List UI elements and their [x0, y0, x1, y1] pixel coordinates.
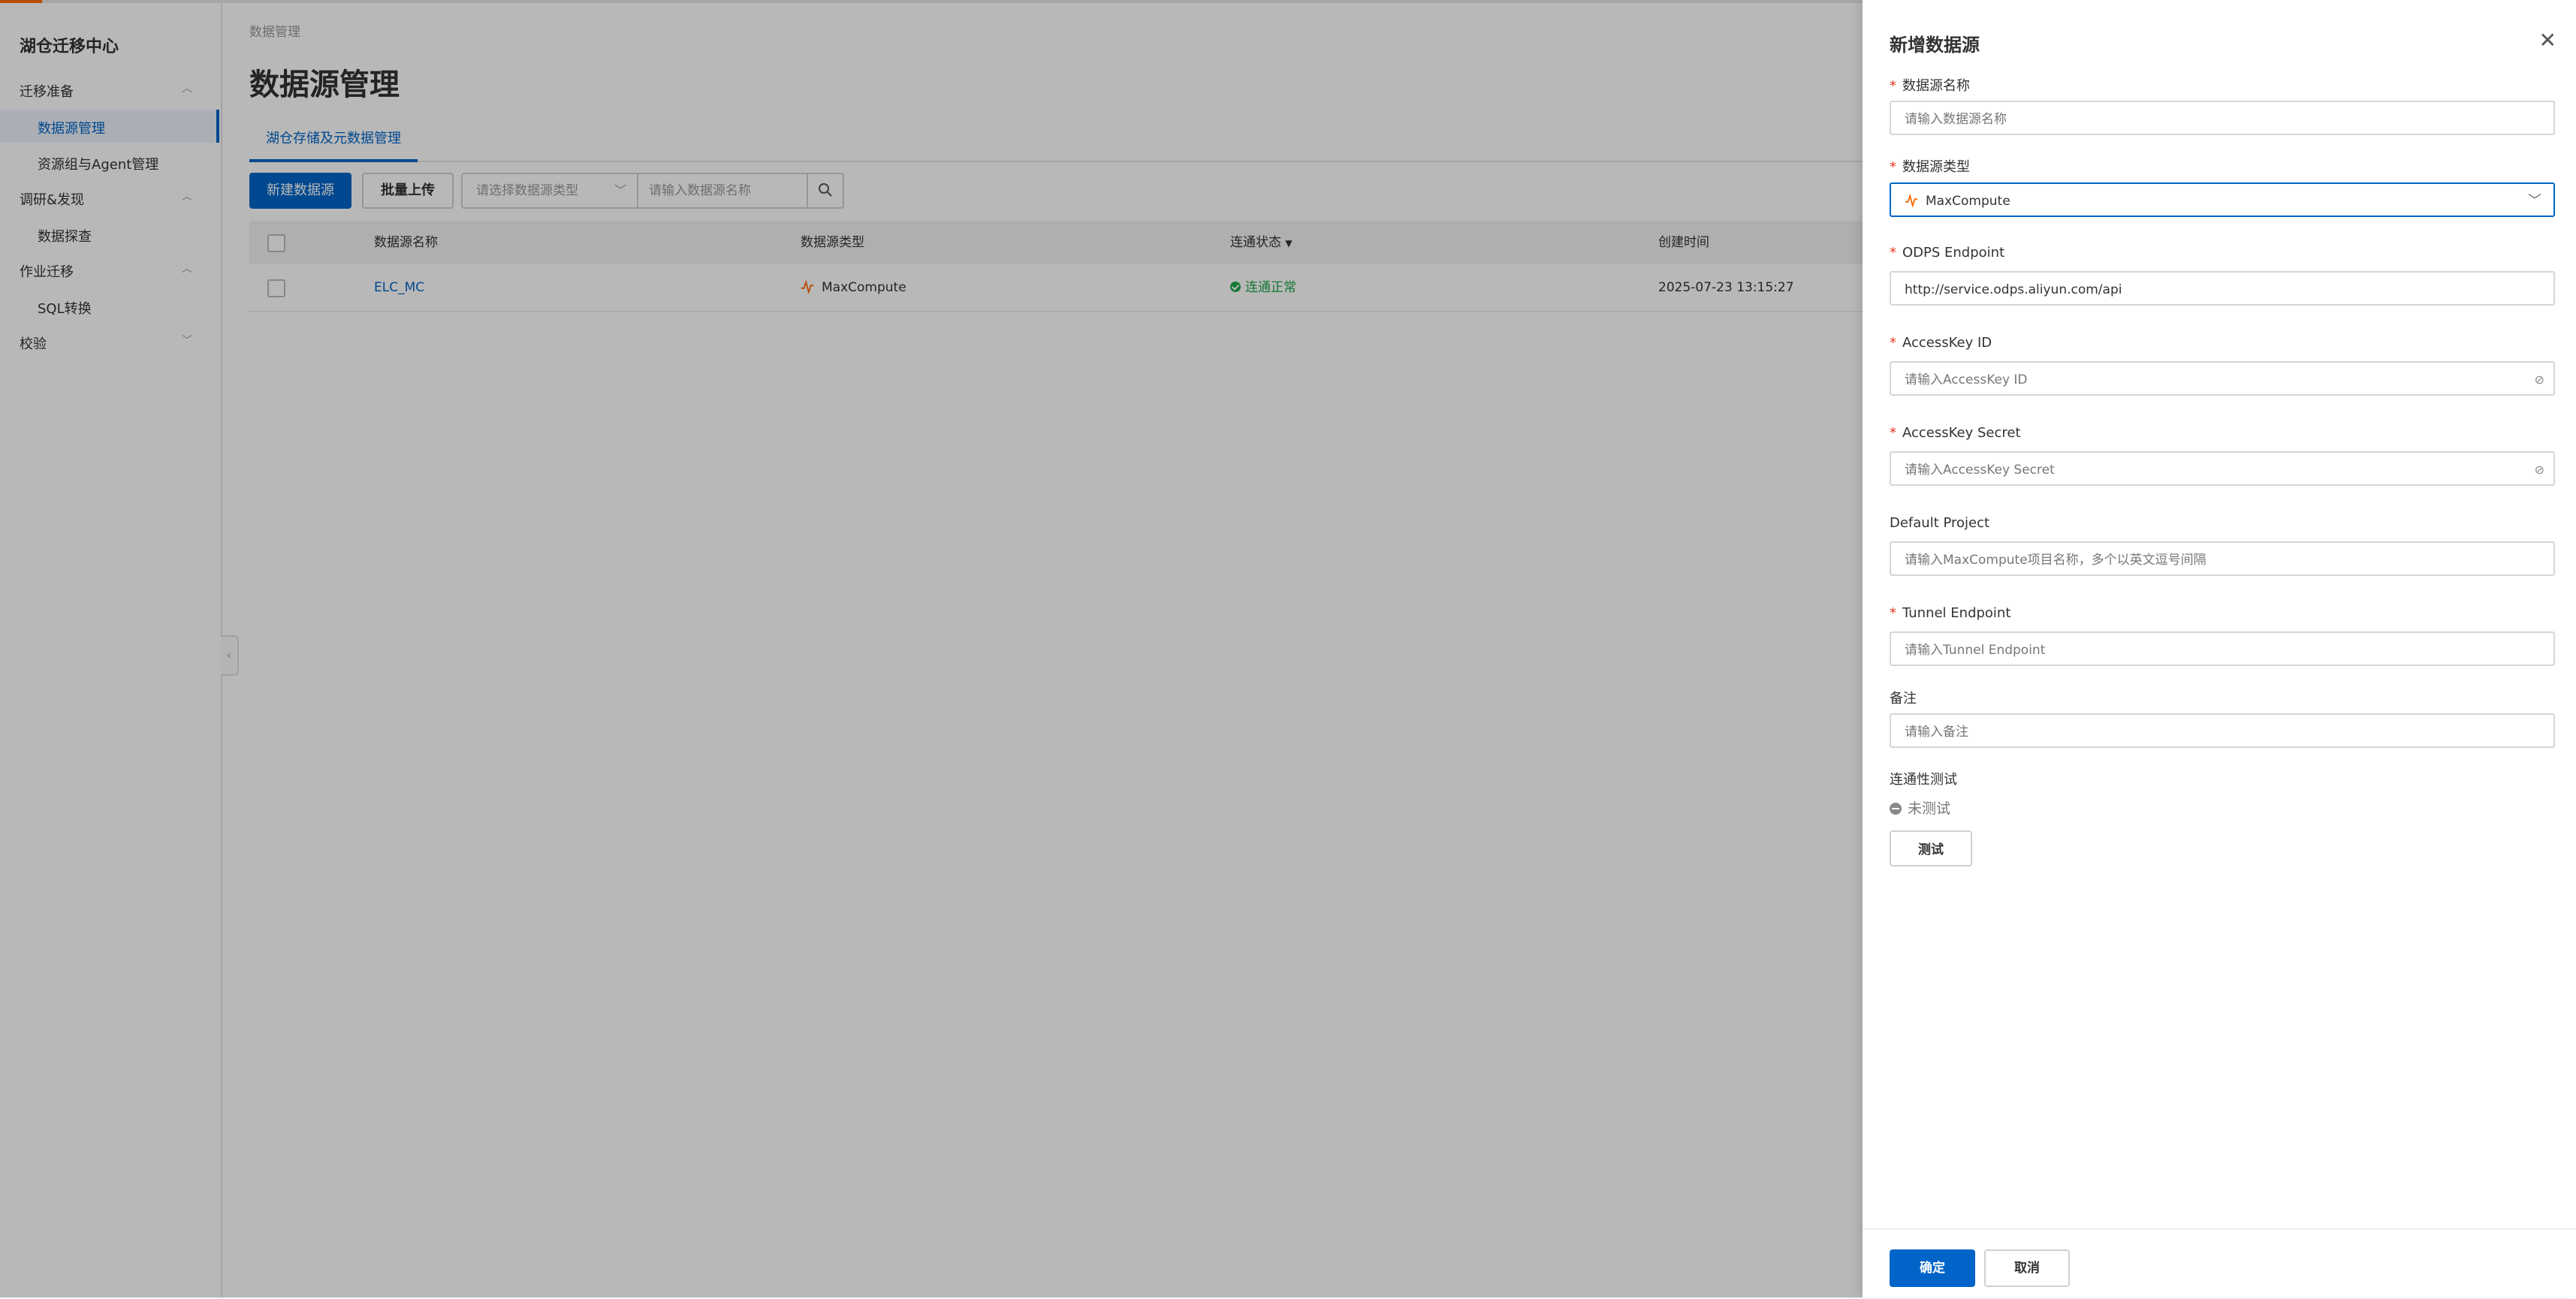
- cancel-button[interactable]: 取消: [1984, 1249, 2070, 1287]
- remark-label: 备注: [1890, 691, 1917, 707]
- odps-endpoint-input[interactable]: http://service.odps.aliyun.com/api: [1890, 271, 2555, 306]
- drawer-footer: 确定 取消: [1863, 1228, 2576, 1299]
- close-icon[interactable]: ✕: [2539, 30, 2556, 51]
- select-value: MaxCompute: [1926, 194, 2010, 209]
- confirm-button[interactable]: 确定: [1890, 1249, 1975, 1287]
- required-mark: *: [1890, 78, 1896, 94]
- accesskey-id-label: * AccessKey ID: [1890, 335, 1992, 351]
- input-placeholder: 请输入AccessKey Secret: [1905, 463, 2055, 478]
- odps-endpoint-label: * ODPS Endpoint: [1890, 245, 2004, 261]
- label-text: ODPS Endpoint: [1902, 245, 2005, 261]
- name-label: * 数据源名称: [1890, 75, 1970, 95]
- required-mark: *: [1890, 605, 1896, 621]
- label-text: AccessKey ID: [1902, 335, 1992, 351]
- input-placeholder: 请输入AccessKey ID: [1905, 372, 2028, 387]
- minus-circle-icon: [1890, 803, 1902, 815]
- datasource-name-input[interactable]: 请输入数据源名称: [1890, 101, 2555, 135]
- label-text: Tunnel Endpoint: [1902, 605, 2011, 621]
- connectivity-status: 未测试: [1890, 797, 1950, 818]
- eye-hidden-icon[interactable]: ⊘: [2535, 453, 2544, 487]
- connectivity-test-label: 连通性测试: [1890, 772, 1957, 788]
- accesskey-id-input[interactable]: 请输入AccessKey ID ⊘: [1890, 361, 2555, 396]
- eye-hidden-icon[interactable]: ⊘: [2535, 363, 2544, 397]
- required-mark: *: [1890, 335, 1896, 351]
- label-text: AccessKey Secret: [1902, 425, 2021, 441]
- drawer-title: 新增数据源: [1890, 35, 1980, 56]
- remark-input[interactable]: 请输入备注: [1890, 713, 2555, 748]
- test-button[interactable]: 测试: [1890, 830, 1972, 867]
- maxcompute-icon: [1905, 194, 1918, 207]
- default-project-label: Default Project: [1890, 515, 1990, 531]
- accesskey-secret-input[interactable]: 请输入AccessKey Secret ⊘: [1890, 451, 2555, 486]
- modal-overlay[interactable]: [0, 0, 1863, 1297]
- default-project-input[interactable]: 请输入MaxCompute项目名称，多个以英文逗号间隔: [1890, 541, 2555, 576]
- required-mark: *: [1890, 245, 1896, 261]
- status-text: 未测试: [1908, 800, 1951, 817]
- new-datasource-drawer: 新增数据源 ✕ * 数据源名称 请输入数据源名称 * 数据源类型 MaxComput…: [1863, 0, 2576, 1297]
- label-text: 数据源名称: [1902, 78, 1970, 94]
- chevron-down-icon: ﹀: [2528, 193, 2541, 209]
- tunnel-endpoint-input[interactable]: 请输入Tunnel Endpoint: [1890, 631, 2555, 666]
- accesskey-secret-label: * AccessKey Secret: [1890, 425, 2021, 441]
- tunnel-endpoint-label: * Tunnel Endpoint: [1890, 605, 2010, 621]
- required-mark: *: [1890, 159, 1896, 175]
- required-mark: *: [1890, 425, 1896, 441]
- label-text: 数据源类型: [1902, 159, 1970, 175]
- datasource-type-select[interactable]: MaxCompute ﹀: [1890, 182, 2555, 217]
- type-label: * 数据源类型: [1890, 156, 1970, 176]
